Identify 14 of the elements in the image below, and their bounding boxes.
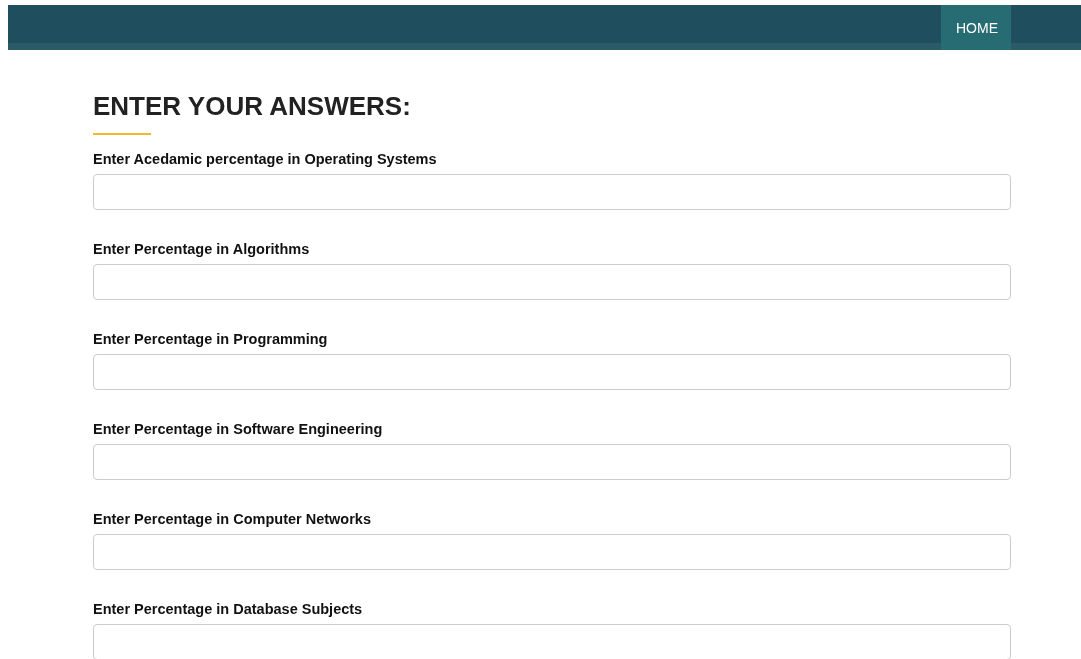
input-field[interactable] — [93, 174, 1011, 210]
field-label: Enter Acedamic percentage in Operating Systems — [93, 150, 438, 168]
field-label: Enter Percentage in Database Subjects — [93, 600, 364, 618]
field-label: Enter Percentage in Software Engineering — [93, 420, 384, 438]
input-field[interactable] — [93, 444, 1011, 480]
page-title: ENTER YOUR ANSWERS: — [93, 91, 412, 121]
input-field[interactable] — [93, 264, 1011, 300]
field-label: Enter Percentage in Computer Networks — [93, 510, 372, 528]
nav-tab[interactable]: HOME — [941, 5, 1011, 50]
input-field[interactable] — [93, 354, 1011, 390]
field-label: Enter Percentage in Programming — [93, 330, 329, 348]
input-field[interactable] — [93, 624, 1011, 659]
input-field[interactable] — [93, 534, 1011, 570]
field-label: Enter Percentage in Algorithms — [93, 240, 311, 258]
